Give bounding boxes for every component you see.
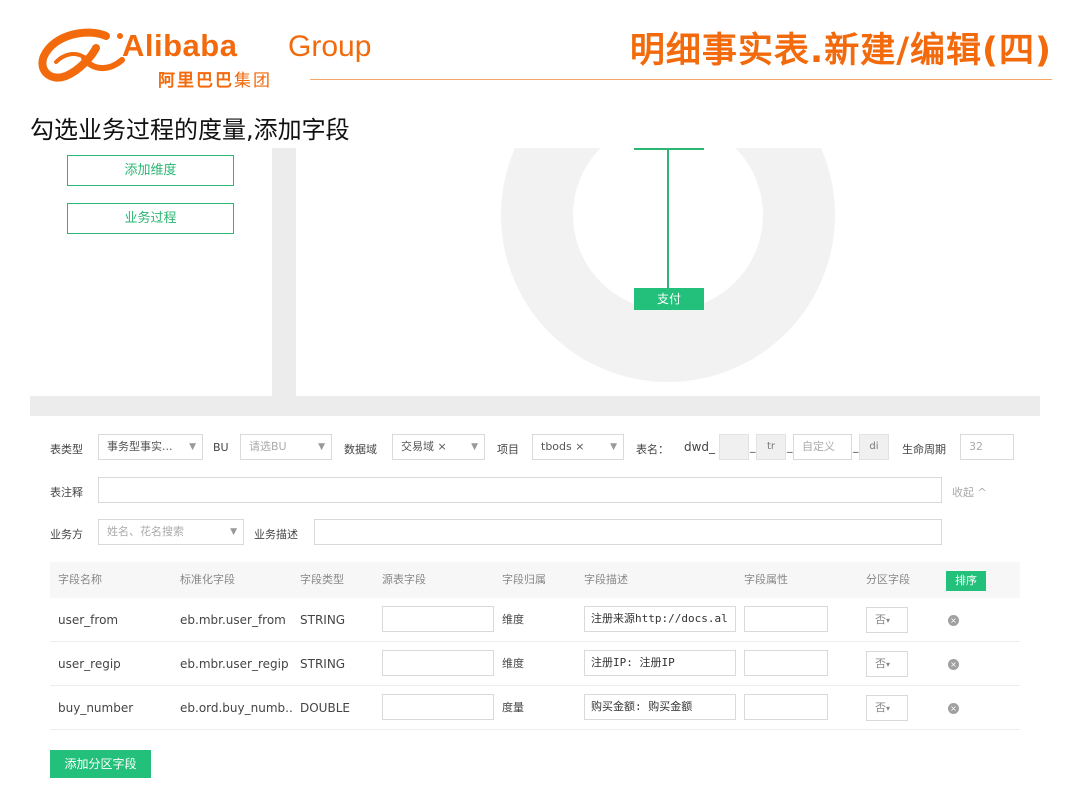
chevron-down-icon: ▼ [471,442,478,452]
segment-separator: _ [853,440,859,453]
chevron-down-icon: ▼ [318,442,325,452]
chevron-down-icon: ▼ [230,527,237,537]
lifecycle-input[interactable]: 32 [960,434,1014,460]
field-table-header: 字段名称 标准化字段 字段类型 源表字段 字段归属 字段描述 字段属性 分区字段 [50,562,1020,598]
table-name-segment-tr[interactable]: tr [756,434,786,460]
source-field-input[interactable] [382,650,494,676]
source-field-input[interactable] [382,606,494,632]
column-header: 字段描述 [584,573,628,586]
field-type: DOUBLE [300,701,350,715]
table-name-segment-blank[interactable] [719,434,749,460]
field-desc-input[interactable]: 注册来源http://docs.al [584,606,736,632]
left-tool-panel: 添加维度 业务过程 [30,148,272,396]
table-name-label: 表名： [636,443,669,456]
chevron-down-icon: ▾ [886,704,891,713]
alibaba-swoosh-icon [38,28,125,82]
table-type-label: 表类型 [50,443,83,456]
field-belong: 度量 [502,701,524,714]
bu-select[interactable]: 请选BU ▼ [240,434,332,460]
column-header: 分区字段 [866,573,910,586]
remove-icon[interactable]: × [948,659,959,670]
field-desc-input[interactable]: 注册IP: 注册IP [584,650,736,676]
field-belong: 维度 [502,613,524,626]
table-name-segment-di[interactable]: di [859,434,889,460]
slide-subtitle: 勾选业务过程的度量,添加字段 [30,116,350,144]
project-select[interactable]: tbods × ▼ [532,434,624,460]
column-header: 字段属性 [744,573,788,586]
standard-field: eb.mbr.user_from [180,613,286,627]
standard-field: eb.mbr.user_regip [180,657,289,671]
table-comment-input[interactable] [98,477,942,503]
field-name: user_from [58,613,119,627]
table-row: buy_number eb.ord.buy_numb.. DOUBLE 度量 购… [50,686,1020,730]
column-header: 标准化字段 [180,573,235,586]
table-row: user_regip eb.mbr.user_regip STRING 维度 注… [50,642,1020,686]
table-type-select[interactable]: 事务型事实... ▼ [98,434,203,460]
alibaba-group-logo: Alibaba Group 阿里巴巴集团 [36,22,396,94]
field-desc-input[interactable]: 购买金额: 购买金额 [584,694,736,720]
collapse-toggle[interactable]: 收起 ^ [952,484,987,500]
table-row: user_from eb.mbr.user_from STRING 维度 注册来… [50,598,1020,642]
business-process-button[interactable]: 业务过程 [67,203,234,234]
business-desc-input[interactable] [314,519,942,545]
table-name-custom-input[interactable]: 自定义 [793,434,852,460]
column-header: 源表字段 [382,573,426,586]
source-field-input[interactable] [382,694,494,720]
data-domain-select[interactable]: 交易域 × ▼ [392,434,485,460]
field-type: STRING [300,657,346,671]
field-attr-input[interactable] [744,606,828,632]
business-owner-label: 业务方 [50,528,83,541]
field-belong: 维度 [502,657,524,670]
remove-icon[interactable]: × [948,615,959,626]
add-partition-field-button[interactable]: 添加分区字段 [50,750,151,778]
graph-top-connector [634,148,704,150]
column-header: 字段名称 [58,573,102,586]
graph-connector-line [667,148,669,288]
table-comment-label: 表注释 [50,486,83,499]
field-type: STRING [300,613,346,627]
logo-group-text: Group [288,30,372,63]
field-attr-input[interactable] [744,694,828,720]
partition-select[interactable]: 否▾ [866,695,908,721]
column-header: 字段类型 [300,573,344,586]
bu-label: BU [213,441,229,454]
slide-title: 明细事实表.新建/编辑(四) [629,31,1052,71]
segment-separator: _ [750,440,756,453]
standard-field: eb.ord.buy_numb.. [180,701,293,715]
partition-select[interactable]: 否▾ [866,607,908,633]
lifecycle-label: 生命周期 [902,443,946,456]
column-header: 字段归属 [502,573,546,586]
field-name: user_regip [58,657,121,671]
logo-chinese-text: 阿里巴巴集团 [158,71,272,91]
model-graph-panel: 支付 [296,148,1040,396]
data-domain-label: 数据域 [344,443,377,456]
field-name: buy_number [58,701,134,715]
remove-icon[interactable]: × [948,703,959,714]
chevron-down-icon: ▼ [189,442,196,452]
project-label: 项目 [497,443,519,456]
model-canvas-area: 添加维度 业务过程 支付 [30,148,1040,416]
logo-wordmark: Alibaba [122,28,238,63]
pay-process-node[interactable]: 支付 [634,288,704,310]
partition-select[interactable]: 否▾ [866,651,908,677]
header-divider [310,79,1052,80]
field-attr-input[interactable] [744,650,828,676]
chevron-down-icon: ▾ [886,616,891,625]
table-name-prefix: dwd_ [684,440,716,454]
chevron-down-icon: ▾ [886,660,891,669]
segment-separator: _ [787,440,793,453]
chevron-down-icon: ▼ [610,442,617,452]
add-dimension-button[interactable]: 添加维度 [67,155,234,186]
sort-button[interactable]: 排序 [946,571,986,591]
business-desc-label: 业务描述 [254,528,298,541]
business-owner-select[interactable]: 姓名、花名搜索 ▼ [98,519,244,545]
